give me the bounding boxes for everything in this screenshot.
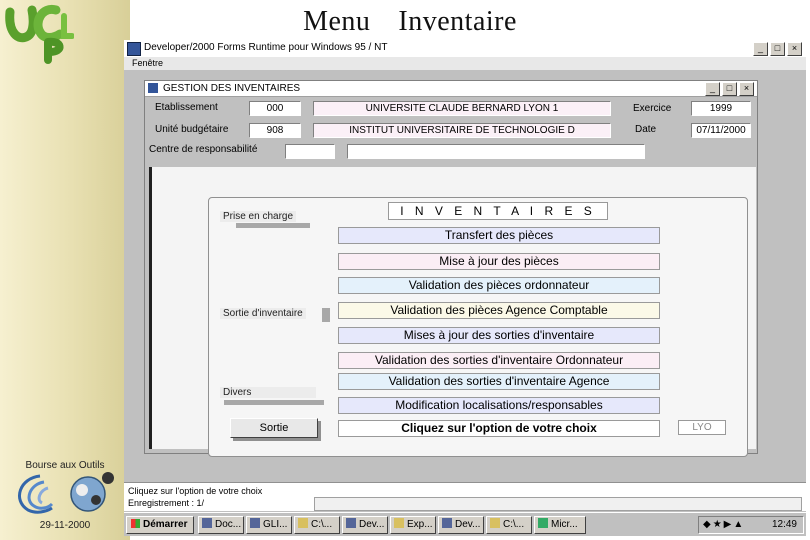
form-close-button[interactable]: × [739, 82, 754, 96]
explorer-icon [394, 518, 404, 528]
word-icon [202, 518, 212, 528]
task-c-drive-1[interactable]: C:\... [294, 516, 340, 534]
menu-fenetre[interactable]: Fenêtre [132, 58, 163, 68]
unite-name-field[interactable]: INSTITUT UNIVERSITAIRE DE TECHNOLOGIE D [313, 123, 611, 138]
section-prise-en-charge: Prise en charge [220, 211, 297, 222]
maximize-button[interactable]: □ [770, 42, 785, 56]
task-dev-2[interactable]: Dev... [438, 516, 484, 534]
task-gli-label: GLI... [263, 519, 288, 530]
task-dev-1-label: Dev... [359, 519, 385, 530]
section-prise-shadow [236, 223, 310, 228]
slide-sidebar: Bourse aux Outils 29-11-2000 [0, 0, 130, 540]
etablissement-name-field[interactable]: UNIVERSITE CLAUDE BERNARD LYON 1 [313, 101, 611, 116]
etablissement-code-field[interactable]: 000 [249, 101, 301, 116]
unite-budgetaire-label: Unité budgétaire [155, 124, 229, 135]
form-icon [148, 83, 158, 93]
option-mise-a-jour-pieces[interactable]: Mise à jour des pièces [338, 253, 660, 270]
option-validation-ordonnateur[interactable]: Validation des pièces ordonnateur [338, 277, 660, 294]
unite-code-field[interactable]: 908 [249, 123, 301, 138]
tray-icons[interactable]: ◆★▶▲ [703, 517, 745, 533]
sortie-button[interactable]: Sortie [230, 418, 318, 438]
folder-icon [490, 518, 500, 528]
task-c-drive-2-label: C:\... [503, 519, 525, 530]
task-micr-label: Micr... [551, 519, 578, 530]
form-title: GESTION DES INVENTAIRES [163, 83, 301, 94]
close-button[interactable]: × [787, 42, 802, 56]
app-task-icon [250, 518, 260, 528]
option-mises-a-jour-sorties[interactable]: Mises à jour des sorties d'inventaire [338, 327, 660, 344]
start-button[interactable]: Démarrer [126, 516, 194, 534]
task-doc[interactable]: Doc... [198, 516, 244, 534]
start-label: Démarrer [143, 519, 188, 530]
form-window: GESTION DES INVENTAIRES _ □ × Etablissem… [144, 80, 758, 457]
folder-icon [298, 518, 308, 528]
prompt-field: Cliquez sur l'option de votre choix [338, 420, 660, 437]
form-titlebar: GESTION DES INVENTAIRES _ □ × [145, 81, 757, 97]
task-dev-2-label: Dev... [455, 519, 481, 530]
task-dev-1[interactable]: Dev... [342, 516, 388, 534]
date-field[interactable]: 07/11/2000 [691, 123, 751, 138]
task-gli[interactable]: GLI... [246, 516, 292, 534]
centre-responsabilite-label: Centre de responsabilité [149, 144, 258, 155]
exercice-label: Exercice [633, 103, 672, 114]
task-doc-label: Doc... [215, 519, 242, 530]
task-exp[interactable]: Exp... [390, 516, 436, 534]
app-desktop: Developer/2000 Forms Runtime pour Window… [124, 40, 806, 536]
section-sortie-shadow [322, 308, 330, 322]
app-icon [127, 42, 141, 56]
etablissement-label: Etablissement [155, 102, 218, 113]
ucbl-logo [5, 4, 74, 64]
task-c-drive-2[interactable]: C:\... [486, 516, 532, 534]
minimize-button[interactable]: _ [753, 42, 768, 56]
option-validation-sorties-ordonnateur[interactable]: Validation des sorties d'inventaire Ordo… [338, 352, 660, 369]
inventaires-canvas: I N V E N T A I R E S Prise en charge So… [149, 167, 756, 457]
section-divers: Divers [220, 387, 316, 398]
windows-taskbar: Démarrer Doc... GLI... C:\... Dev... Exp… [124, 512, 806, 536]
task-micr[interactable]: Micr... [534, 516, 586, 534]
status-record: Enregistrement : 1/ [128, 498, 205, 508]
bourse-aux-outils-logo [18, 472, 114, 514]
form-maximize-button[interactable]: □ [722, 82, 737, 96]
app-task-icon [442, 518, 452, 528]
app-window-buttons: _ □ × [753, 42, 802, 56]
app-statusbar: Cliquez sur l'option de votre choix Enre… [124, 482, 806, 511]
inventaires-title: I N V E N T A I R E S [388, 202, 608, 220]
status-message: Cliquez sur l'option de votre choix [128, 486, 263, 496]
section-sortie-inventaire: Sortie d'inventaire [220, 308, 306, 319]
option-validation-sorties-agence[interactable]: Validation des sorties d'inventaire Agen… [338, 373, 660, 390]
app-title: Developer/2000 Forms Runtime pour Window… [144, 42, 388, 53]
task-exp-label: Exp... [407, 519, 433, 530]
clock: 12:49 [771, 519, 797, 530]
app-titlebar: Developer/2000 Forms Runtime pour Window… [124, 40, 806, 58]
section-divers-shadow [224, 400, 324, 405]
option-modification-localisations[interactable]: Modification localisations/responsables [338, 397, 660, 414]
app-menubar: Fenêtre [124, 57, 806, 70]
slide-title: Menu Inventaire [130, 6, 690, 38]
slide-title-inventaire: Inventaire [398, 6, 517, 37]
status-field [314, 497, 802, 511]
windows-flag-icon [131, 519, 140, 528]
system-tray: ◆★▶▲ 12:49 [698, 516, 804, 534]
form-window-buttons: _ □ × [705, 82, 754, 96]
form-minimize-button[interactable]: _ [705, 82, 720, 96]
date-label: Date [635, 124, 657, 135]
site-code-field: LYO [678, 420, 726, 435]
task-c-drive-1-label: C:\... [311, 519, 333, 530]
centre-code-field[interactable] [285, 144, 335, 159]
option-transfert-pieces[interactable]: Transfert des pièces [338, 227, 660, 244]
app-task-icon [346, 518, 356, 528]
slide-title-menu: Menu [303, 6, 371, 37]
slide-date: 29-11-2000 [39, 520, 91, 531]
centre-name-field[interactable] [347, 144, 645, 159]
microsoft-icon [538, 518, 548, 528]
exercice-field[interactable]: 1999 [691, 101, 751, 116]
option-validation-agence-comptable[interactable]: Validation des pièces Agence Comptable [338, 302, 660, 319]
